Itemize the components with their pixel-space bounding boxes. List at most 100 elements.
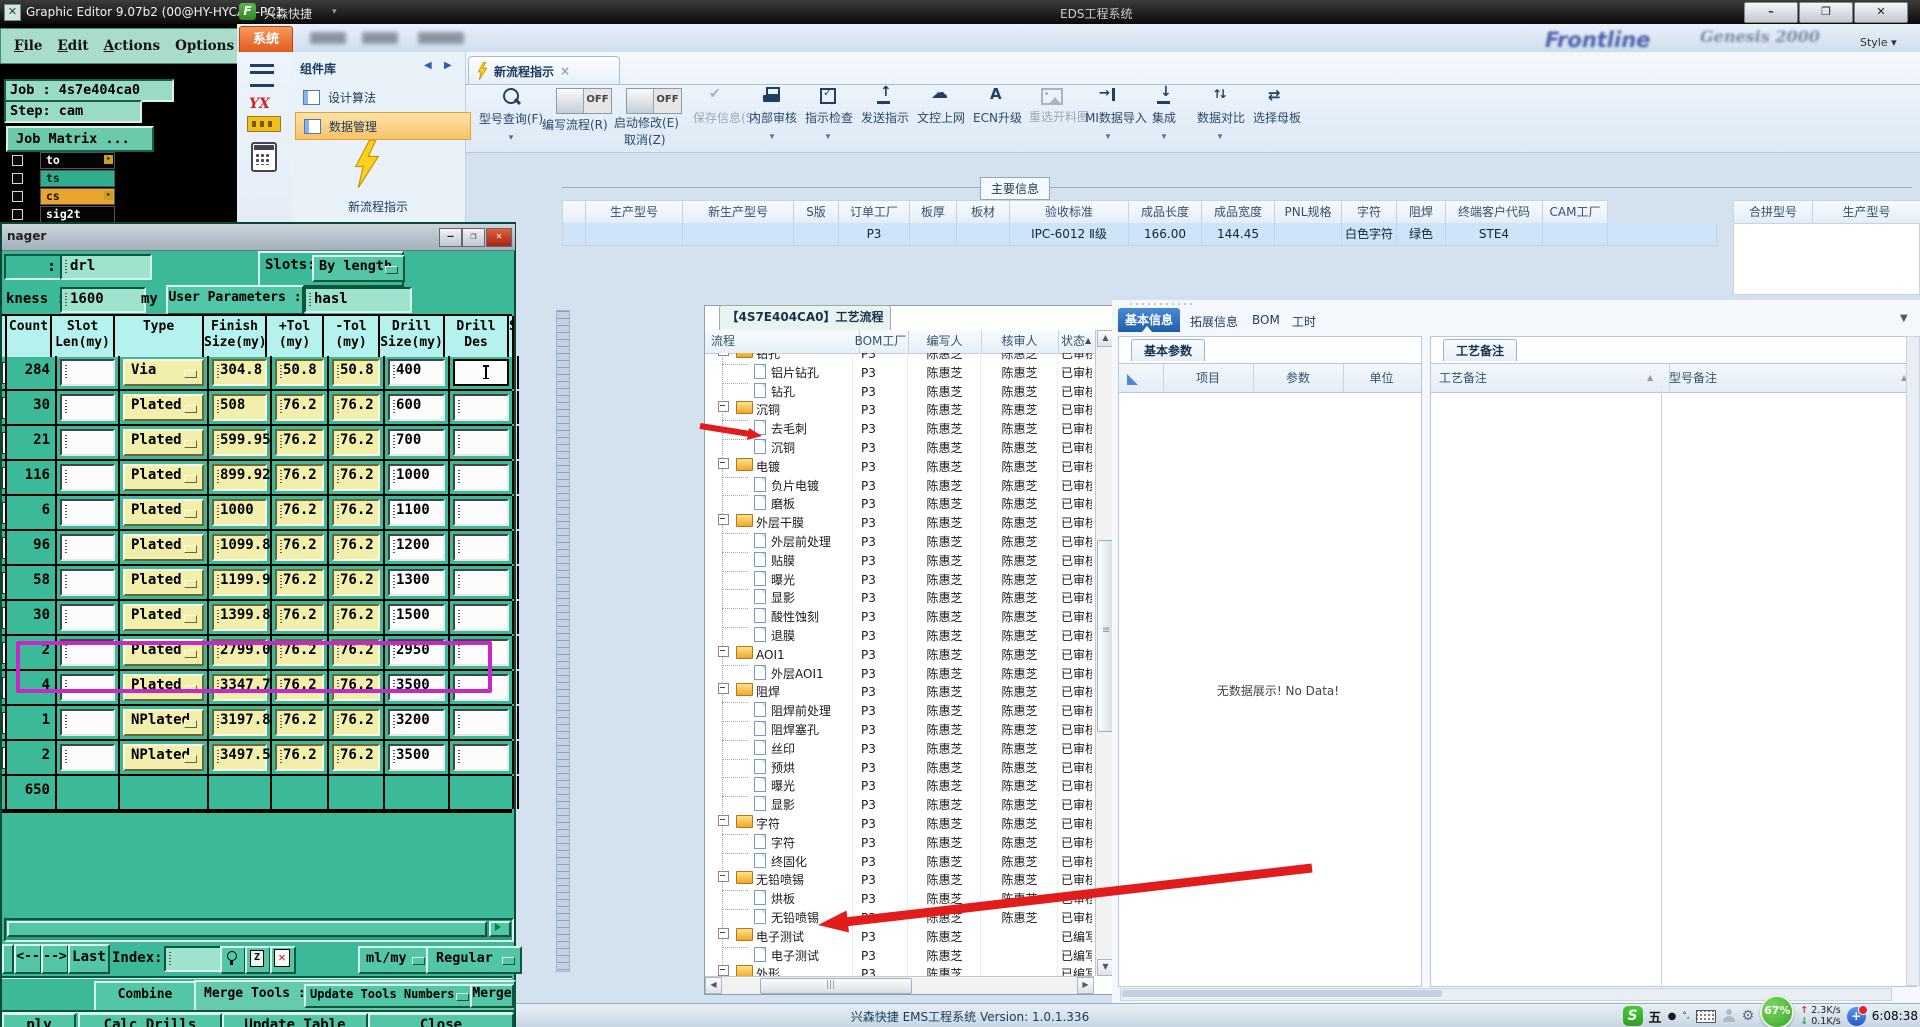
apply-button[interactable]: ply [2, 1013, 76, 1027]
expand-icon[interactable] [718, 871, 729, 883]
col-header[interactable]: 新生产型号 [683, 200, 794, 224]
col-header[interactable]: S版 [794, 200, 839, 224]
finish-size-cell[interactable]: 3497.58 [209, 741, 272, 774]
tree-row-阻焊前处理[interactable]: 阻焊前处理 P3 陈惠芝 陈惠芝 已审核 [705, 702, 1092, 721]
layer-checkbox[interactable] [12, 191, 23, 202]
title-bar[interactable]: ✕ Graphic Editor 9.07b2 (00@HY-HYCAM-PC1… [0, 0, 1920, 24]
factory-icon[interactable]: YX [247, 96, 281, 136]
drill-des-input[interactable] [453, 464, 509, 491]
plus-tol-input[interactable]: 76.2 [275, 744, 324, 771]
drill-size-cell[interactable]: 1000 [385, 461, 450, 494]
tree-row-沉铜[interactable]: 沉铜 P3 陈惠芝 陈惠芝 已审核 [705, 401, 1092, 420]
dropdown-caret-icon[interactable]: ▾ [1197, 132, 1243, 142]
tab-process-remarks[interactable]: 工艺备注 [1443, 339, 1518, 361]
scroll-thumb[interactable] [1122, 990, 1442, 997]
col-bom-factory[interactable]: BOM工厂 [853, 330, 909, 353]
col-header[interactable]: 字符 [1342, 200, 1397, 224]
minus-tol-cell[interactable]: 76.2 [329, 496, 385, 529]
drill-size-input[interactable]: 3500 [388, 744, 445, 771]
slots-dropdown[interactable]: By length [312, 255, 405, 282]
finish-size-cell[interactable]: 599.95 [209, 426, 272, 459]
scroll-left-icon[interactable]: ◀ [705, 977, 722, 994]
drill-des-input[interactable] [453, 569, 509, 596]
tree-row-阻焊塞孔[interactable]: 阻焊塞孔 P3 陈惠芝 陈惠芝 已审核 [705, 721, 1092, 740]
minus-tol-input[interactable]: 76.2 [332, 744, 380, 771]
drill-des-cell[interactable] [450, 461, 514, 494]
minus-tol-cell[interactable]: 76.2 [329, 531, 385, 564]
drill-des-cell[interactable] [450, 601, 514, 634]
plus-tol-cell[interactable]: 76.2 [272, 461, 329, 494]
ribbon-button[interactable]: 发送指示 [861, 84, 909, 126]
drill-size-cell[interactable]: 1500 [385, 601, 450, 634]
col-header[interactable]: 成品长度 [1129, 200, 1202, 224]
slot-len-cell[interactable] [57, 356, 120, 389]
ribbon-button[interactable]: 文控上网 [917, 83, 965, 126]
plus-tol-cell[interactable]: 50.8 [272, 356, 329, 389]
type-cell[interactable]: Plated [120, 391, 209, 424]
vertical-splitter[interactable] [556, 310, 570, 972]
expand-icon[interactable] [718, 353, 729, 356]
slot-len-input[interactable] [60, 744, 115, 771]
drill-des-cell[interactable] [450, 496, 514, 529]
minus-tol-cell[interactable]: 76.2 [329, 566, 385, 599]
finish-size-input[interactable]: 899.92 [212, 464, 270, 491]
model-query-button[interactable]: 型号查询(F) ▾ [468, 86, 554, 143]
minus-tol-cell[interactable]: 76.2 [329, 426, 385, 459]
tree-row-烘板[interactable]: 烘板 P3 陈惠芝 陈惠芝 已审核 [705, 890, 1092, 909]
finish-size-input[interactable]: 1099.82 [212, 534, 270, 561]
finish-size-cell[interactable]: 1099.82 [209, 531, 272, 564]
tree-row-外形[interactable]: 外形 P3 陈惠芝 已编写 [705, 965, 1092, 976]
tree-row-电子测试[interactable]: 电子测试 P3 陈惠芝 已编写 [705, 946, 1092, 966]
lamp-button[interactable] [220, 946, 246, 974]
finish-size-input[interactable]: 3197.86 [212, 709, 270, 736]
ribbon-button[interactable]: 选择母板 [1253, 86, 1301, 126]
drill-des-input[interactable] [453, 604, 509, 631]
finish-size-cell[interactable]: 1199.9 [209, 566, 272, 599]
ribbon-button[interactable]: 数据对比▾ [1197, 86, 1245, 142]
expand-icon[interactable] [718, 457, 729, 469]
maximize-button[interactable]: ❐ [462, 228, 485, 247]
minus-tol-cell[interactable]: 76.2 [329, 391, 385, 424]
layer-checkbox[interactable] [12, 173, 23, 184]
layer-name[interactable]: ts [40, 170, 115, 187]
col-header[interactable]: CAM工厂 [1543, 200, 1608, 224]
finish-size-input[interactable]: 1199.9 [212, 569, 270, 596]
minus-tol-input[interactable]: 50.8 [332, 359, 380, 386]
tree-row-AOI1[interactable]: AOI1 P3 陈惠芝 陈惠芝 已审核 [705, 645, 1092, 665]
col-writer[interactable]: 编写人 [908, 330, 982, 353]
type-cell[interactable]: NPlated [120, 706, 209, 739]
layer-checkbox[interactable] [12, 209, 23, 220]
col-header[interactable]: 验收标准 [1010, 200, 1129, 224]
plus-tol-input[interactable]: 76.2 [275, 569, 324, 596]
close-button[interactable]: ✕ [1854, 2, 1908, 23]
drill-des-input[interactable] [453, 744, 509, 771]
slot-len-input[interactable] [60, 464, 115, 491]
dot-icon[interactable]: ● [1668, 1011, 1677, 1022]
drill-size-cell[interactable]: 600 [385, 391, 450, 424]
type-cell[interactable]: Via [120, 356, 209, 389]
mode-dropdown[interactable]: Regular [426, 946, 522, 974]
close-icon[interactable]: × [560, 64, 570, 78]
drill-des-input[interactable] [453, 429, 509, 456]
drill-des-cell[interactable] [450, 706, 514, 739]
sidebar-item-data-management[interactable]: 数据管理 [295, 112, 471, 140]
plus-tol-cell[interactable]: 76.2 [272, 391, 329, 424]
punct-icons[interactable]: °, [1682, 1011, 1689, 1021]
drill-size-input[interactable]: 1100 [388, 499, 445, 526]
style-dropdown[interactable]: Style ▾ [1860, 36, 1897, 49]
close-button[interactable]: Close [368, 1013, 514, 1027]
drill-size-cell[interactable]: 1300 [385, 566, 450, 599]
dropdown-caret-icon[interactable]: ▾ [468, 133, 554, 143]
drill-horizontal-scrollbar[interactable] [4, 918, 514, 942]
finish-size-input[interactable]: 599.95 [212, 429, 270, 456]
drill-size-cell[interactable]: 1100 [385, 496, 450, 529]
user-parameters-input[interactable]: hasl [304, 287, 412, 313]
wubi-indicator[interactable]: 五 [1649, 1007, 1662, 1026]
expand-icon[interactable] [718, 683, 729, 695]
drill-des-cell[interactable] [450, 356, 514, 389]
minus-tol-cell[interactable]: 50.8 [329, 356, 385, 389]
ribbon-button[interactable]: 指示检查▾ [805, 86, 853, 142]
drill-des-input[interactable] [453, 359, 509, 386]
wrench-icon[interactable]: ⚙ [1742, 1008, 1755, 1024]
minus-tol-input[interactable]: 76.2 [332, 394, 380, 421]
